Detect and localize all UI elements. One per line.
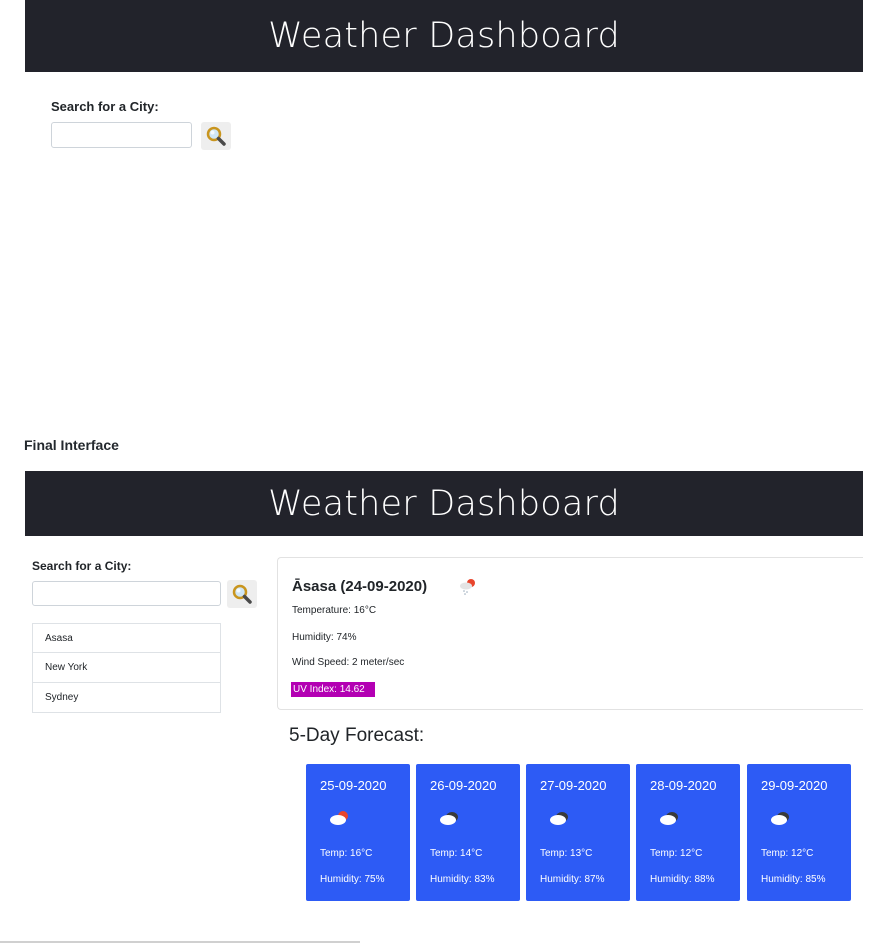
current-temperature: Temperature: 16°C [292,605,377,616]
page-title: Weather Dashboard [268,483,620,524]
cloud-icon [771,812,789,825]
header-bar: Weather Dashboard [25,0,863,72]
forecast-card: 26-09-2020 Temp: 14°C Humidity: 83% [416,764,520,901]
search-input[interactable] [32,581,221,606]
forecast-temp: Temp: 12°C [761,848,814,859]
divider [0,941,360,943]
search-button[interactable] [201,122,231,150]
forecast-date: 28-09-2020 [650,778,717,793]
search-input[interactable] [51,122,192,148]
history-item-new-york[interactable]: New York [32,653,221,683]
search-icon [232,584,252,604]
current-humidity: Humidity: 74% [292,632,357,643]
forecast-humidity: Humidity: 85% [761,874,826,885]
rain-cloud-icon [460,579,475,595]
search-button[interactable] [227,580,257,608]
forecast-humidity: Humidity: 87% [540,874,605,885]
forecast-card: 28-09-2020 Temp: 12°C Humidity: 88% [636,764,740,901]
forecast-date: 27-09-2020 [540,778,607,793]
header-bar: Weather Dashboard [25,471,863,536]
search-label: Search for a City: [51,99,159,114]
search-label: Search for a City: [32,559,132,573]
cloud-icon [550,812,568,825]
page-title: Weather Dashboard [268,16,620,56]
forecast-date: 29-09-2020 [761,778,828,793]
cloud-icon [660,812,678,825]
current-city-title: Āsasa (24-09-2020) [292,578,428,595]
history-item-sydney[interactable]: Sydney [32,683,221,713]
forecast-temp: Temp: 14°C [430,848,483,859]
forecast-date: 26-09-2020 [430,778,497,793]
forecast-temp: Temp: 12°C [650,848,703,859]
current-wind-speed: Wind Speed: 2 meter/sec [292,657,405,668]
search-history-list: Asasa New York Sydney [32,623,221,713]
forecast-humidity: Humidity: 75% [320,874,385,885]
forecast-card: 25-09-2020 Temp: 16°C Humidity: 75% [306,764,410,901]
forecast-temp: Temp: 13°C [540,848,593,859]
history-item-asasa[interactable]: Asasa [32,623,221,653]
forecast-title: 5-Day Forecast: [289,725,425,746]
search-icon [206,126,226,146]
forecast-card: 27-09-2020 Temp: 13°C Humidity: 87% [526,764,630,901]
forecast-humidity: Humidity: 88% [650,874,715,885]
current-weather-card: Āsasa (24-09-2020) Temperature: 16°C Hum… [277,557,863,710]
uv-index-badge: UV Index: 14.62 [291,682,375,697]
forecast-temp: Temp: 16°C [320,848,373,859]
sun-cloud-icon [330,811,348,825]
section-caption: Final Interface [24,437,119,453]
forecast-card: 29-09-2020 Temp: 12°C Humidity: 85% [747,764,851,901]
forecast-date: 25-09-2020 [320,778,387,793]
cloud-icon [440,812,458,825]
forecast-humidity: Humidity: 83% [430,874,495,885]
